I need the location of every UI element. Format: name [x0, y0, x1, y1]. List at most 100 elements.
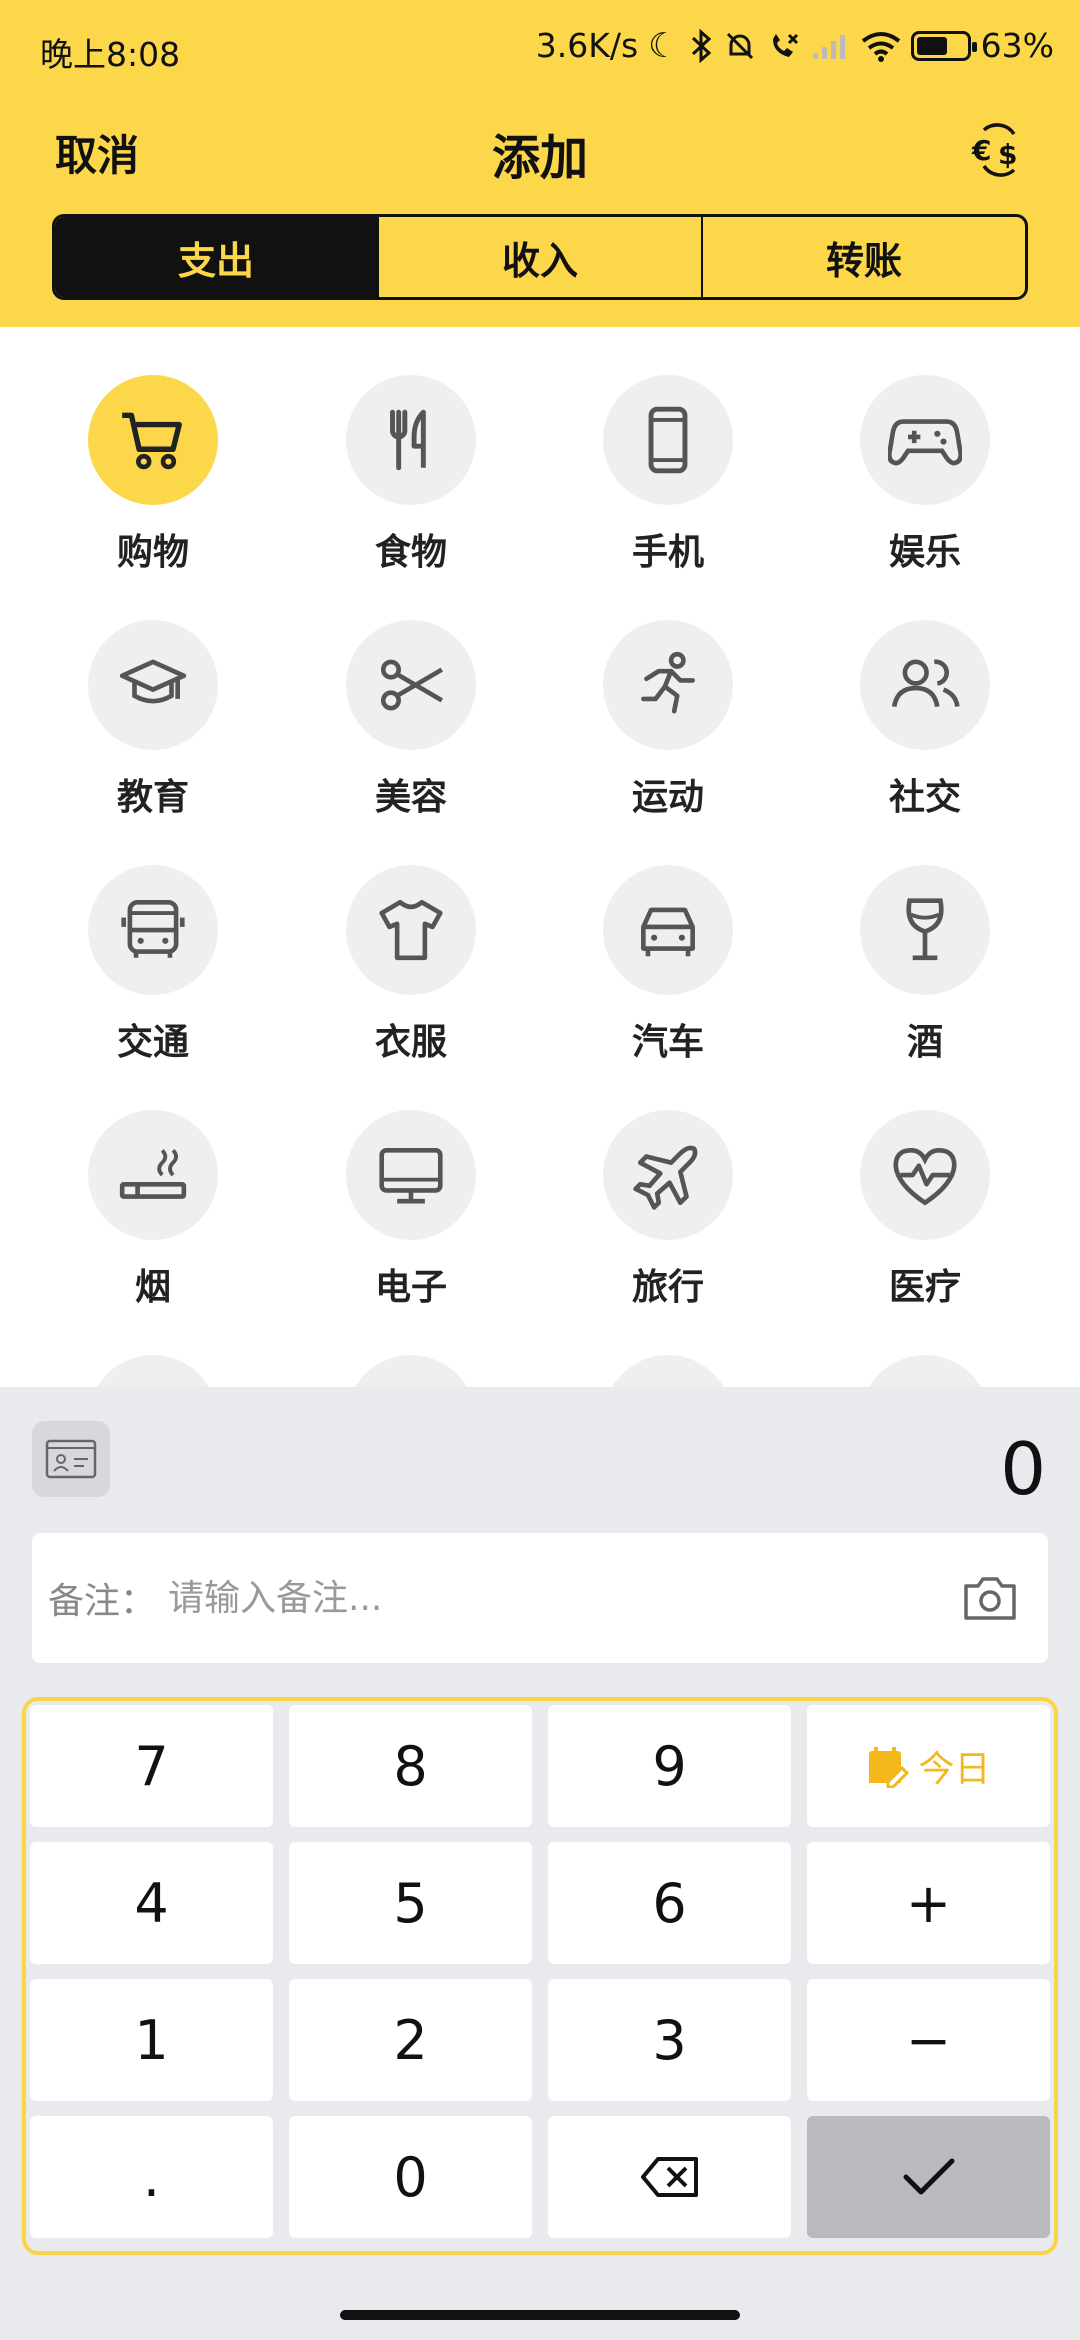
- remark-input[interactable]: [168, 1577, 960, 1619]
- category-icon-bg: [88, 1110, 218, 1240]
- category-partial[interactable]: [578, 1355, 758, 1387]
- category-icon-bg: [346, 865, 476, 995]
- category-entertainment[interactable]: 娱乐: [835, 375, 1015, 575]
- category-label: 汽车: [631, 1022, 704, 1063]
- fork-knife-icon: [390, 409, 426, 471]
- wifi-icon: [861, 31, 900, 62]
- category-partial[interactable]: [321, 1355, 501, 1387]
- category-partial[interactable]: [835, 1355, 1015, 1387]
- call-missed-icon: [772, 33, 798, 57]
- category-icon-bg: [603, 1355, 733, 1387]
- tab-income[interactable]: 收入: [377, 217, 701, 297]
- key-9[interactable]: 9: [548, 1705, 791, 1827]
- category-label: 手机: [631, 532, 704, 573]
- category-clothes[interactable]: 衣服: [321, 865, 501, 1065]
- backspace-button[interactable]: [548, 2116, 791, 2238]
- today-label: 今日: [918, 1749, 991, 1790]
- category-electronics[interactable]: 电子: [321, 1110, 501, 1310]
- status-bar: 晚上8:08 3.6K/s ☾ 63%: [0, 0, 1080, 100]
- category-tobacco[interactable]: 烟: [63, 1110, 243, 1310]
- category-icon-bg: [346, 1110, 476, 1240]
- category-label: 美容: [374, 777, 447, 818]
- category-icon-bg: [346, 1355, 476, 1387]
- checkmark-icon: [903, 2158, 954, 2195]
- category-icon-bg: [860, 865, 990, 995]
- category-phone[interactable]: 手机: [578, 375, 758, 575]
- phone-icon: [648, 406, 688, 474]
- tab-expense[interactable]: 支出: [55, 217, 377, 297]
- running-icon: [641, 651, 695, 714]
- key-minus[interactable]: −: [807, 1979, 1050, 2101]
- category-label: 酒: [906, 1022, 943, 1063]
- gamepad-icon: [888, 419, 962, 466]
- category-partial[interactable]: [63, 1355, 243, 1387]
- category-social[interactable]: 社交: [835, 620, 1015, 820]
- category-wine[interactable]: 酒: [835, 865, 1015, 1065]
- category-icon-bg: [88, 865, 218, 995]
- currency-exchange-icon[interactable]: € $: [970, 120, 1030, 180]
- signal-icon: [812, 34, 845, 59]
- header: 晚上8:08 3.6K/s ☾ 63% 取消 添加 € $ 支出 收入 转账: [0, 0, 1080, 327]
- svg-text:$: $: [998, 138, 1017, 171]
- confirm-button[interactable]: [807, 2116, 1050, 2238]
- key-8[interactable]: 8: [289, 1705, 532, 1827]
- bus-icon: [121, 899, 185, 958]
- key-1[interactable]: 1: [30, 1979, 273, 2101]
- scissors-icon: [380, 659, 444, 711]
- category-icon-bg: [603, 375, 733, 505]
- category-label: 旅行: [631, 1267, 704, 1308]
- keypad: 7 8 9 今日 4 5 6 + 1 2 3 − . 0: [22, 1697, 1058, 2255]
- category-label: 教育: [116, 777, 189, 818]
- battery-percent: 63%: [980, 26, 1054, 65]
- category-beauty[interactable]: 美容: [321, 620, 501, 820]
- category-icon-bg: [346, 375, 476, 505]
- graduation-cap-icon: [119, 659, 187, 704]
- tab-transfer[interactable]: 转账: [701, 217, 1025, 297]
- category-label: 烟: [134, 1267, 171, 1308]
- amount-display: 0: [1000, 1427, 1046, 1511]
- account-card-button[interactable]: [32, 1421, 110, 1497]
- category-icon-bg: [860, 620, 990, 750]
- calendar-edit-icon: [869, 1747, 910, 1788]
- key-3[interactable]: 3: [548, 1979, 791, 2101]
- key-5[interactable]: 5: [289, 1842, 532, 1964]
- today-button[interactable]: 今日: [807, 1705, 1050, 1827]
- people-icon: [891, 659, 960, 708]
- category-label: 衣服: [374, 1022, 447, 1063]
- category-travel[interactable]: 旅行: [578, 1110, 758, 1310]
- camera-icon[interactable]: [960, 1568, 1020, 1628]
- bluetooth-icon: [691, 28, 711, 63]
- category-label: 医疗: [888, 1267, 961, 1308]
- category-label: 电子: [374, 1267, 447, 1308]
- key-0[interactable]: 0: [289, 2116, 532, 2238]
- key-7[interactable]: 7: [30, 1705, 273, 1827]
- category-grid: 购物 食物 手机 娱乐 教育 美容 运动 社交 交通 衣服 汽车 酒 烟 电子 …: [0, 327, 1080, 1387]
- category-icon-bg: [88, 1355, 218, 1387]
- category-shopping[interactable]: 购物: [63, 375, 243, 575]
- car-icon: [641, 907, 695, 957]
- key-plus[interactable]: +: [807, 1842, 1050, 1964]
- category-sports[interactable]: 运动: [578, 620, 758, 820]
- svg-text:€: €: [971, 134, 991, 167]
- type-tabs: 支出 收入 转账: [52, 214, 1028, 300]
- category-medical[interactable]: 医疗: [835, 1110, 1015, 1310]
- category-car[interactable]: 汽车: [578, 865, 758, 1065]
- category-label: 购物: [116, 532, 189, 573]
- category-education[interactable]: 教育: [63, 620, 243, 820]
- category-icon-bg: [88, 375, 218, 505]
- key-4[interactable]: 4: [30, 1842, 273, 1964]
- backspace-icon: [640, 2157, 698, 2197]
- network-speed: 3.6K/s: [535, 26, 639, 65]
- remark-label: 备注：: [48, 1581, 157, 1622]
- category-food[interactable]: 食物: [321, 375, 501, 575]
- page-title: 添加: [491, 130, 588, 186]
- category-label: 食物: [374, 532, 447, 573]
- category-transport[interactable]: 交通: [63, 865, 243, 1065]
- key-6[interactable]: 6: [548, 1842, 791, 1964]
- key-2[interactable]: 2: [289, 1979, 532, 2101]
- nav-bar: 取消 添加 € $: [0, 110, 1080, 190]
- monitor-icon: [379, 1148, 443, 1204]
- wine-glass-icon: [906, 898, 944, 961]
- key-dot[interactable]: .: [30, 2116, 273, 2238]
- home-indicator[interactable]: [340, 2310, 740, 2320]
